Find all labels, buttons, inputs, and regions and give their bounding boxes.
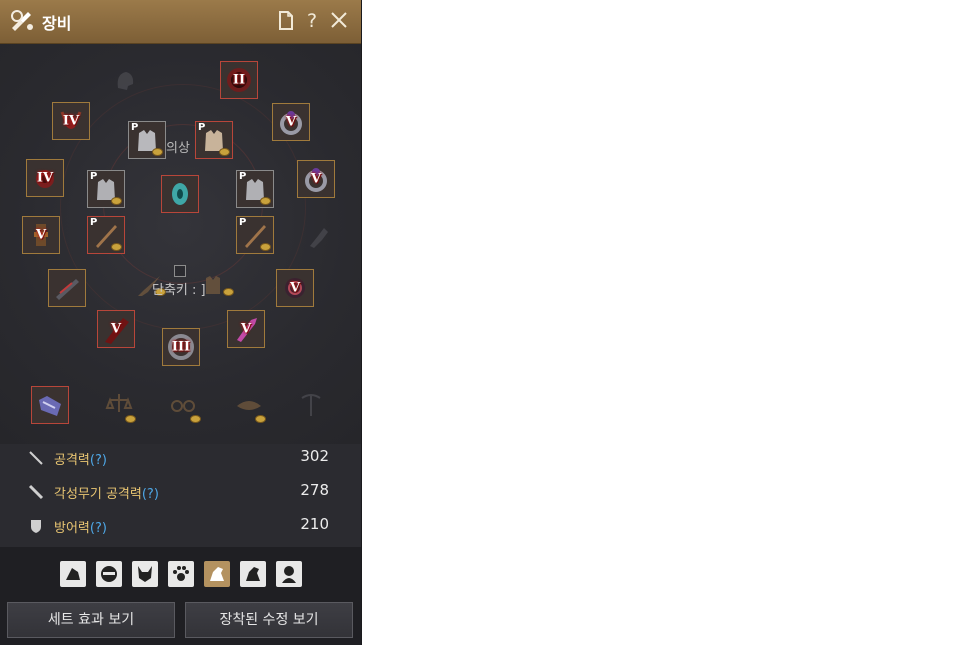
coin-icon <box>260 243 271 251</box>
enhance-badge: V <box>285 114 297 130</box>
warrior-icon <box>66 568 80 580</box>
gauntlet-ghost-icon <box>310 228 328 248</box>
demon-icon <box>138 566 152 582</box>
tab-maid[interactable] <box>276 561 302 587</box>
slot-left-1[interactable]: IV <box>52 102 90 140</box>
coin-icon <box>125 415 136 423</box>
equipment-area: 의상 II IV IV V P P P P P P 단축키:] V V V … <box>0 44 361 444</box>
title-bar[interactable]: 장비 ? <box>0 0 361 44</box>
paw-icon <box>173 566 189 581</box>
sub-weapon-item-icon <box>56 279 79 300</box>
tab-warrior[interactable] <box>60 561 86 587</box>
armor-coin-icon <box>223 288 234 296</box>
tab-horse[interactable] <box>204 561 230 587</box>
stat-value: 210 <box>300 515 329 533</box>
coin-icon <box>190 415 201 423</box>
alchemy-stone-icon <box>172 183 188 205</box>
shield-icon <box>31 520 41 533</box>
enhance-badge: III <box>171 339 191 355</box>
stat-defense: 방어력(?) 210 <box>0 514 361 538</box>
slot-outfit-armor[interactable]: P <box>195 121 233 159</box>
equipment-window: 장비 ? 의상 II IV IV V P P P P P P 단축키:] V… <box>0 0 362 645</box>
window-title: 장비 <box>42 14 72 33</box>
slot-sub-weapon[interactable] <box>48 269 86 307</box>
help-button[interactable]: ? <box>302 10 322 32</box>
close-icon[interactable] <box>329 10 349 32</box>
help-link[interactable]: (?) <box>90 453 107 468</box>
document-icon[interactable] <box>276 10 296 32</box>
pickaxe-ghost-icon <box>301 394 321 416</box>
stat-label: 공격력(?) <box>54 453 107 468</box>
ninja-icon <box>101 566 117 582</box>
outfit-label: 의상 <box>166 141 190 156</box>
equipped-crystals-button[interactable]: 장착된 수정 보기 <box>185 602 353 638</box>
stat-value: 302 <box>300 447 329 465</box>
slot-alchemy-stone[interactable] <box>161 175 199 213</box>
stat-label: 방어력(?) <box>54 521 107 536</box>
equipment-title-icon <box>9 8 35 34</box>
tab-demon[interactable] <box>132 561 158 587</box>
shortcut-checkbox[interactable] <box>174 265 186 277</box>
help-link[interactable]: (?) <box>142 487 159 502</box>
stat-label: 각성무기 공격력(?) <box>54 487 159 502</box>
slot-left-3[interactable]: V <box>22 216 60 254</box>
stat-value: 278 <box>300 481 329 499</box>
slot-bottom-right[interactable]: V <box>227 310 265 348</box>
coin-icon <box>219 148 230 156</box>
enhance-badge: V <box>310 171 322 187</box>
slot-right-ring-1[interactable]: V <box>272 103 310 141</box>
sword-icon <box>29 451 43 465</box>
stat-attack: 공격력(?) 302 <box>0 446 361 470</box>
stat-awakening-attack: 각성무기 공격력(?) 278 <box>0 480 361 504</box>
helmet-ghost-icon <box>117 72 134 90</box>
enhance-badge: II <box>232 72 246 88</box>
tab-mount[interactable] <box>240 561 266 587</box>
slot-outfit-gloves[interactable]: P <box>87 170 125 208</box>
coin-icon <box>260 197 271 205</box>
enhance-badge: V <box>289 280 301 296</box>
maid-icon <box>282 566 296 583</box>
tab-ninja[interactable] <box>96 561 122 587</box>
slot-bottom-center[interactable]: III <box>162 328 200 366</box>
set-effect-button[interactable]: 세트 효과 보기 <box>7 602 175 638</box>
tab-pet[interactable] <box>168 561 194 587</box>
help-link[interactable]: (?) <box>90 521 107 536</box>
enhance-badge: IV <box>36 170 54 186</box>
stats-section: 공격력(?) 302 각성무기 공격력(?) 278 방어력(?) 210 <box>0 444 361 544</box>
slot-outfit-subweapon[interactable]: P <box>236 216 274 254</box>
bottom-bar: 세트 효과 보기 장착된 수정 보기 <box>0 547 361 645</box>
awakening-sword-icon <box>28 484 44 500</box>
slot-bottom-left[interactable]: V <box>97 310 135 348</box>
horse-icon <box>210 567 224 581</box>
slot-lifeskill-clothes[interactable] <box>31 386 69 424</box>
coin-icon <box>111 243 122 251</box>
shortcut-label: 단축키 : ] <box>152 283 206 298</box>
slot-helmet-top[interactable]: II <box>220 61 258 99</box>
slot-right-ring-2[interactable]: V <box>297 160 335 198</box>
coin-icon <box>255 415 266 423</box>
enhance-badge: V <box>35 227 47 243</box>
enhance-badge: IV <box>62 113 80 129</box>
coin-icon <box>111 197 122 205</box>
slot-outfit-shoes[interactable]: P <box>236 170 274 208</box>
coin-icon <box>152 148 163 156</box>
enhance-badge: V <box>240 321 252 337</box>
mount-icon <box>246 567 260 581</box>
slot-outfit-helmet[interactable]: P <box>128 121 166 159</box>
lifeskill-clothes-icon <box>39 396 61 416</box>
enhance-badge: V <box>110 321 122 337</box>
slot-outfit-weapon[interactable]: P <box>87 216 125 254</box>
slot-right-belt[interactable]: V <box>276 269 314 307</box>
slot-left-2[interactable]: IV <box>26 159 64 197</box>
